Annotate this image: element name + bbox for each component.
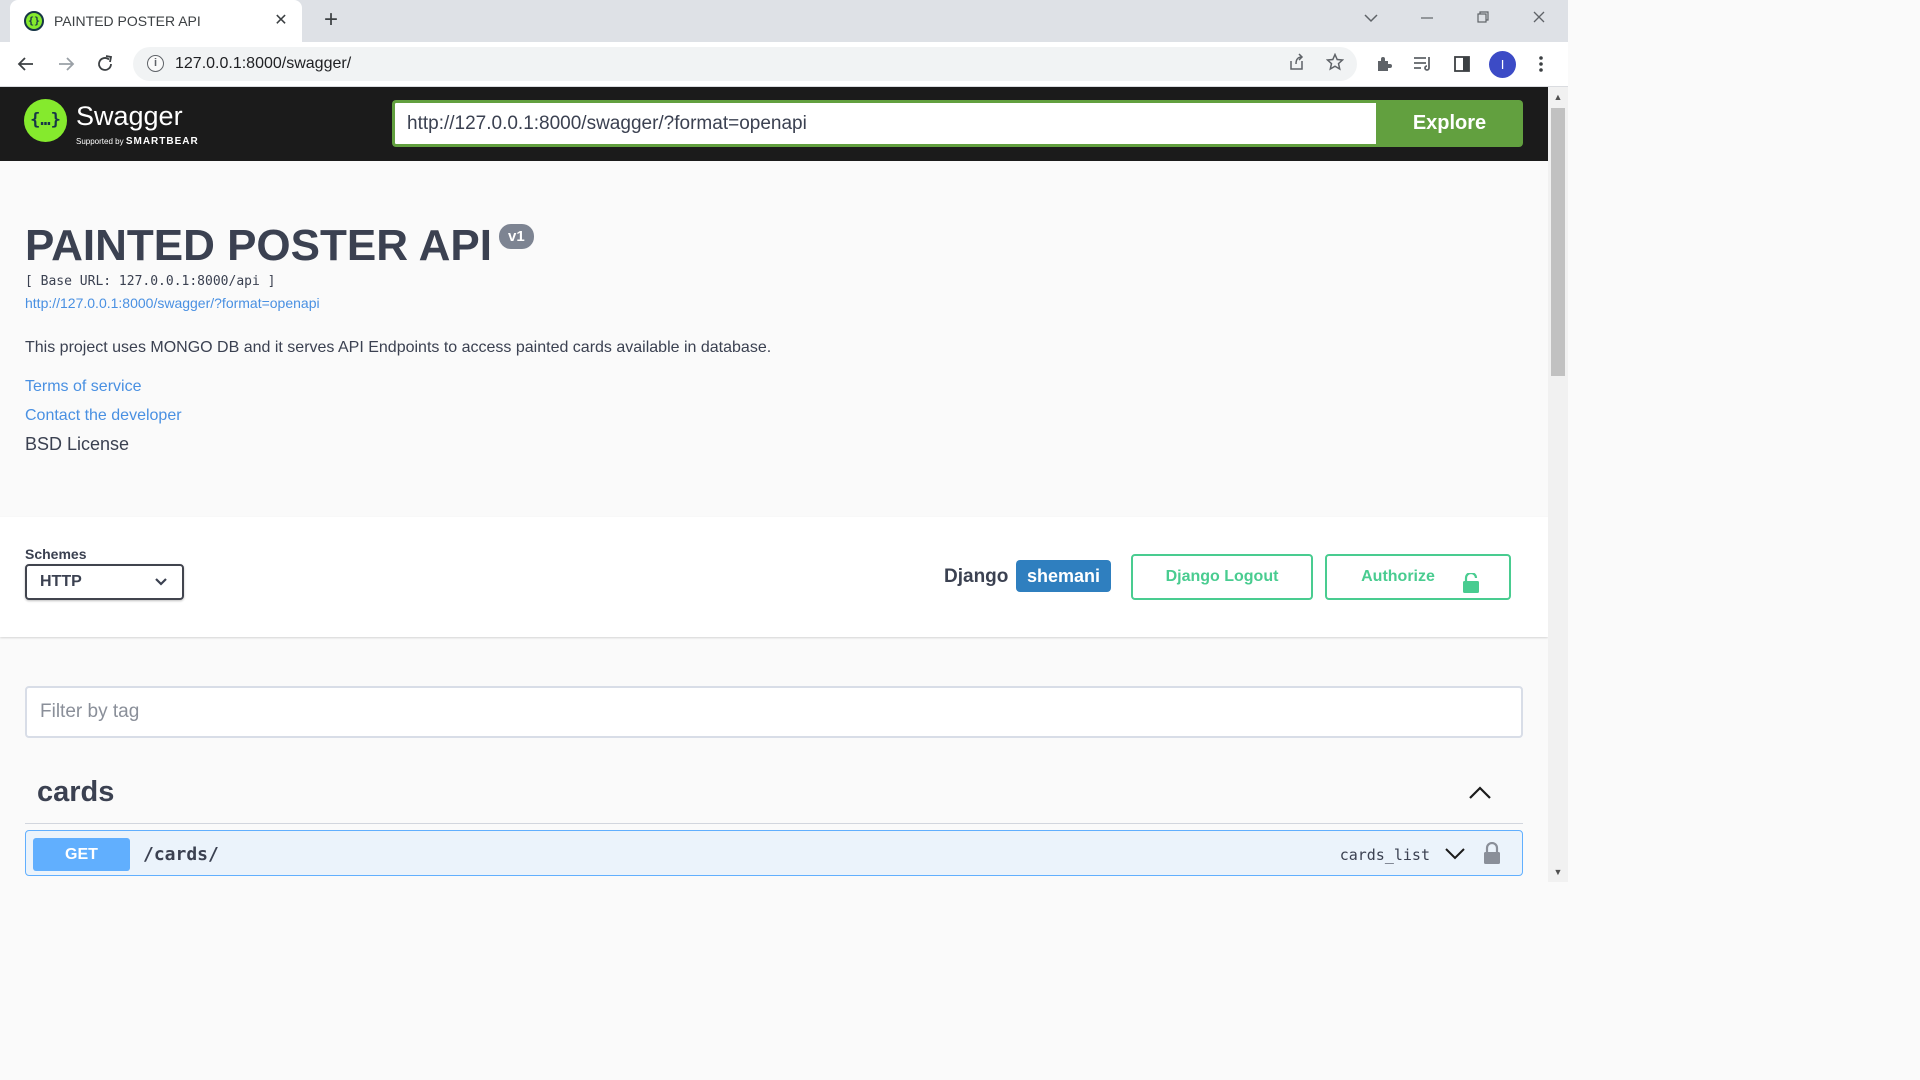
- api-title: PAINTED POSTER API: [25, 221, 492, 270]
- restore-icon[interactable]: [1468, 8, 1498, 30]
- scrollbar-thumb[interactable]: [1551, 108, 1565, 376]
- license-text: BSD License: [25, 434, 130, 454]
- chevron-up-icon[interactable]: [1465, 778, 1495, 808]
- swagger-logo[interactable]: {…} Swagger Supported by SMARTBEAR: [24, 99, 204, 149]
- tag-section-cards[interactable]: cards: [25, 770, 1523, 824]
- api-description: This project uses MONGO DB and it serves…: [25, 339, 772, 356]
- authorize-label: Authorize: [1361, 568, 1435, 585]
- base-url: [ Base URL: 127.0.0.1:8000/api ]: [25, 274, 276, 289]
- swagger-brand: Swagger: [76, 101, 183, 131]
- spec-link[interactable]: http://127.0.0.1:8000/swagger/?format=op…: [25, 295, 320, 311]
- forward-icon[interactable]: [54, 52, 78, 76]
- profile-avatar[interactable]: I: [1489, 51, 1516, 78]
- supported-by: Supported by SMARTBEAR: [76, 136, 199, 147]
- reload-icon[interactable]: [93, 52, 117, 76]
- schemes-select[interactable]: HTTP: [25, 564, 184, 600]
- operation-path: /cards/: [143, 844, 219, 865]
- django-logout-button[interactable]: Django Logout: [1131, 554, 1313, 600]
- side-panel-icon[interactable]: [1450, 52, 1474, 76]
- swagger-topbar: {…} Swagger Supported by SMARTBEAR http:…: [0, 87, 1548, 161]
- schemes-label: Schemes: [25, 546, 87, 562]
- browser-tab[interactable]: {} PAINTED POSTER API ✕: [10, 0, 302, 42]
- close-window-icon[interactable]: [1524, 8, 1554, 30]
- operation-id: cards_list: [1339, 846, 1430, 864]
- scroll-down-icon[interactable]: ▼: [1553, 867, 1563, 877]
- browser-tab-strip: {} PAINTED POSTER API ✕ +: [0, 0, 1568, 42]
- tag-name: cards: [37, 776, 115, 808]
- tab-title: PAINTED POSTER API: [54, 13, 201, 29]
- site-info-icon[interactable]: i: [147, 55, 164, 72]
- supported-by-text: Supported by: [76, 137, 124, 146]
- browser-toolbar: i 127.0.0.1:8000/swagger/ I: [0, 42, 1568, 87]
- method-badge-get: GET: [33, 838, 130, 871]
- address-bar[interactable]: i 127.0.0.1:8000/swagger/: [133, 47, 1357, 81]
- api-info: PAINTED POSTER API v1 [ Base URL: 127.0.…: [0, 161, 1548, 517]
- operation-get-cards[interactable]: GET /cards/ cards_list: [25, 830, 1523, 876]
- lock-icon[interactable]: [1482, 841, 1502, 864]
- address-url: 127.0.0.1:8000/swagger/: [175, 55, 352, 72]
- spec-url-input[interactable]: http://127.0.0.1:8000/swagger/?format=op…: [392, 100, 1377, 147]
- unlocked-icon: [1463, 568, 1479, 593]
- chevron-down-icon: [154, 566, 168, 598]
- username-badge: shemani: [1016, 560, 1112, 592]
- explore-button[interactable]: Explore: [1376, 100, 1523, 147]
- chevron-down-icon[interactable]: [1443, 843, 1467, 865]
- scroll-up-icon[interactable]: ▲: [1553, 92, 1563, 102]
- close-tab-icon[interactable]: ✕: [272, 12, 290, 30]
- bookmark-star-icon[interactable]: [1324, 52, 1346, 75]
- scheme-container: Schemes HTTP Django shemani Django Logou…: [0, 517, 1548, 637]
- swagger-favicon-icon: {}: [24, 11, 44, 31]
- share-icon[interactable]: [1285, 53, 1307, 75]
- authorize-button[interactable]: Authorize: [1325, 554, 1511, 600]
- media-queue-icon[interactable]: [1411, 52, 1435, 76]
- browser-menu-icon[interactable]: [1529, 52, 1553, 76]
- tab-search-icon[interactable]: [1356, 8, 1386, 30]
- terms-of-service-link[interactable]: Terms of service: [25, 378, 141, 396]
- back-icon[interactable]: [14, 52, 38, 76]
- extensions-icon[interactable]: [1372, 52, 1396, 76]
- new-tab-button[interactable]: +: [318, 8, 344, 34]
- version-badge: v1: [499, 224, 534, 249]
- swagger-logo-icon: {…}: [24, 99, 67, 142]
- django-label: Django: [944, 566, 1009, 587]
- filter-by-tag-input[interactable]: Filter by tag: [25, 686, 1523, 738]
- contact-developer-link[interactable]: Contact the developer: [25, 407, 182, 425]
- schemes-selected: HTTP: [40, 573, 82, 590]
- page-scrollbar[interactable]: ▲ ▼: [1548, 87, 1568, 882]
- minimize-icon[interactable]: [1412, 8, 1442, 30]
- smartbear-text: SMARTBEAR: [125, 136, 199, 147]
